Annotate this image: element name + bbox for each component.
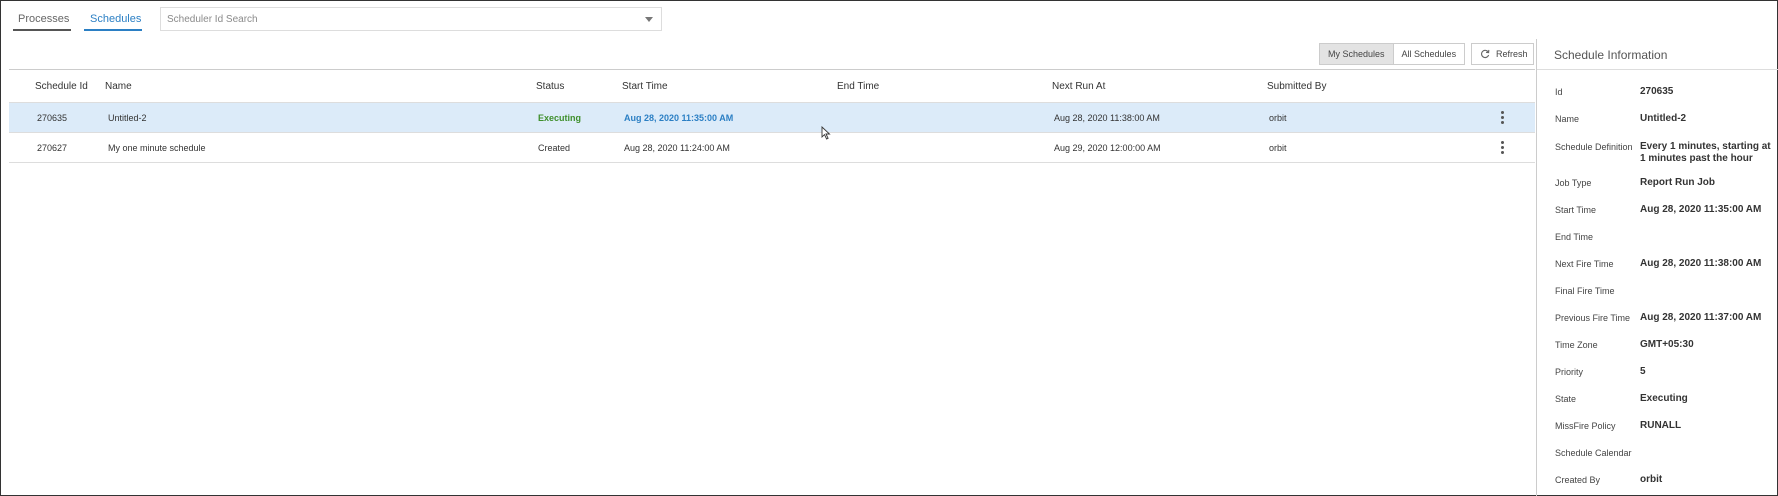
detail-value: Aug 28, 2020 11:37:00 AM <box>1640 312 1762 323</box>
my-schedules-button[interactable]: My Schedules <box>1320 44 1393 64</box>
detail-value: Report Run Job <box>1640 177 1715 188</box>
cell-schedule-id: 270627 <box>37 143 68 153</box>
table-row[interactable]: 270627 My one minute schedule Created Au… <box>9 133 1535 163</box>
detail-value: Executing <box>1640 393 1688 404</box>
cell-start-time: Aug 28, 2020 11:35:00 AM <box>624 113 734 123</box>
cell-schedule-id: 270635 <box>37 113 68 123</box>
detail-label: Previous Fire Time <box>1555 313 1631 323</box>
detail-label: Next Fire Time <box>1555 259 1614 269</box>
column-header-name[interactable]: Name <box>105 81 132 92</box>
detail-label: Id <box>1555 87 1563 97</box>
detail-value: Aug 28, 2020 11:38:00 AM <box>1640 258 1762 269</box>
detail-label: End Time <box>1555 232 1594 242</box>
cell-name: Untitled-2 <box>108 113 147 123</box>
cell-next-run-at: Aug 28, 2020 11:38:00 AM <box>1054 113 1160 123</box>
refresh-button[interactable]: Refresh <box>1471 43 1534 65</box>
detail-value: 5 <box>1640 366 1646 377</box>
refresh-label: Refresh <box>1496 49 1528 59</box>
detail-value: Every 1 minutes, starting at 1 minutes p… <box>1640 141 1771 164</box>
column-header-submitted-by[interactable]: Submitted By <box>1267 81 1326 92</box>
detail-label: Name <box>1555 114 1580 124</box>
detail-value: orbit <box>1640 474 1663 485</box>
column-header-next-run-at[interactable]: Next Run At <box>1052 81 1105 92</box>
panel-title: Schedule Information <box>1554 48 1668 62</box>
scheduler-id-search[interactable] <box>160 7 662 31</box>
column-header-end-time[interactable]: End Time <box>837 81 879 92</box>
detail-label: MissFire Policy <box>1555 421 1616 431</box>
schedules-table: Schedule Id Name Status Start Time End T… <box>9 69 1535 163</box>
chevron-down-icon[interactable] <box>645 17 653 22</box>
more-vertical-icon[interactable] <box>1499 110 1507 126</box>
detail-label: Schedule Calendar <box>1555 448 1632 458</box>
cell-next-run-at: Aug 29, 2020 12:00:00 AM <box>1054 143 1161 153</box>
detail-label: Created By <box>1555 475 1601 485</box>
all-schedules-button[interactable]: All Schedules <box>1392 44 1465 64</box>
detail-label: Priority <box>1555 367 1584 377</box>
search-input[interactable] <box>167 11 617 27</box>
tab-schedules[interactable]: Schedules <box>84 9 142 31</box>
detail-label: State <box>1555 394 1577 404</box>
more-vertical-icon[interactable] <box>1499 140 1507 156</box>
detail-label: Schedule Definition <box>1555 142 1633 152</box>
cell-submitted-by: orbit <box>1269 113 1287 123</box>
mouse-pointer-icon <box>821 125 831 143</box>
detail-label: Time Zone <box>1555 340 1598 350</box>
schedule-filter-toggle: My Schedules All Schedules <box>1319 43 1466 65</box>
schedule-information-panel: Schedule Information Id 270635 Name Unti… <box>1536 39 1778 496</box>
divider <box>1537 69 1778 70</box>
detail-value: RUNALL <box>1640 420 1682 431</box>
refresh-icon <box>1480 49 1490 61</box>
detail-label: Final Fire Time <box>1555 286 1615 296</box>
cell-status: Created <box>538 143 571 153</box>
detail-label: Job Type <box>1555 178 1592 188</box>
cell-status: Executing <box>538 113 582 123</box>
detail-value: Aug 28, 2020 11:35:00 AM <box>1640 204 1762 215</box>
detail-value: GMT+05:30 <box>1640 339 1694 350</box>
cell-name: My one minute schedule <box>108 143 206 153</box>
detail-label: Start Time <box>1555 205 1597 215</box>
column-header-status[interactable]: Status <box>536 81 564 92</box>
column-header-start-time[interactable]: Start Time <box>622 81 668 92</box>
column-header-schedule-id[interactable]: Schedule Id <box>35 81 88 92</box>
cell-submitted-by: orbit <box>1269 143 1287 153</box>
cell-start-time: Aug 28, 2020 11:24:00 AM <box>624 143 730 153</box>
tab-processes[interactable]: Processes <box>13 9 71 31</box>
detail-value: 270635 <box>1640 86 1674 97</box>
table-header: Schedule Id Name Status Start Time End T… <box>9 69 1535 103</box>
detail-value: Untitled-2 <box>1640 113 1687 124</box>
table-row[interactable]: 270635 Untitled-2 Executing Aug 28, 2020… <box>9 103 1535 133</box>
app-window: Processes Schedules My Schedules All Sch… <box>0 0 1778 496</box>
